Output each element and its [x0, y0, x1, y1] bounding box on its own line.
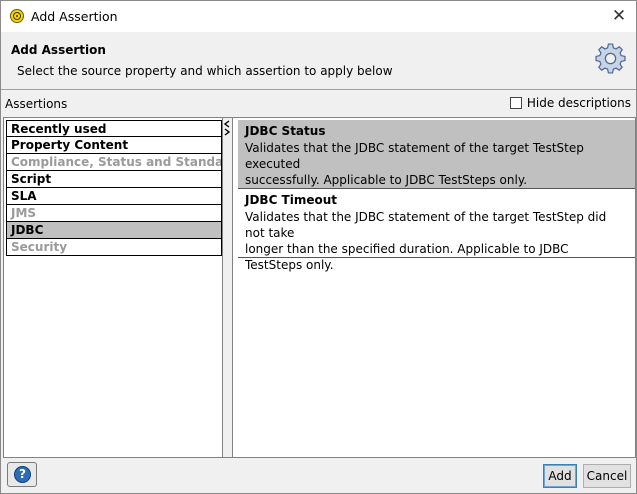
- banner-title: Add Assertion: [11, 43, 106, 57]
- assertion-description: Validates that the JDBC statement of the…: [245, 140, 629, 188]
- assertion-split-panel: Recently used Property Content Compliance,…: [3, 117, 636, 458]
- hide-descriptions-checkbox[interactable]: [509, 97, 522, 109]
- header-banner: Add Assertion Select the source property…: [1, 32, 636, 90]
- cancel-button[interactable]: Cancel: [583, 464, 631, 488]
- category-item[interactable]: JMS: [6, 205, 222, 222]
- window-title: Add Assertion: [31, 9, 118, 24]
- split-divider[interactable]: [223, 118, 231, 457]
- soapui-app-icon: [10, 9, 24, 23]
- help-icon: ?: [14, 466, 31, 483]
- category-item[interactable]: JDBC: [6, 222, 222, 239]
- add-button[interactable]: Add: [543, 464, 577, 488]
- assertions-label: Assertions: [5, 97, 68, 111]
- assertion-item[interactable]: JDBC Status Validates that the JDBC state…: [238, 120, 635, 189]
- category-item[interactable]: SLA: [6, 188, 222, 205]
- category-item[interactable]: Security: [6, 239, 222, 256]
- assertion-name: JDBC Timeout: [245, 193, 338, 207]
- assertion-list: JDBC Status Validates that the JDBC state…: [238, 120, 635, 272]
- category-item[interactable]: Compliance, Status and Standards: [6, 154, 222, 171]
- help-button[interactable]: ?: [7, 462, 37, 487]
- category-item[interactable]: Recently used: [6, 120, 222, 137]
- hide-descriptions-toggle[interactable]: Hide descriptions: [509, 96, 631, 110]
- banner-description: Select the source property and which ass…: [17, 64, 393, 78]
- collapse-arrows-icon[interactable]: [223, 120, 231, 137]
- assertion-description-line: Validates that the JDBC statement of the…: [245, 141, 584, 171]
- assertion-name: JDBC Status: [245, 124, 326, 138]
- category-pane: Recently used Property Content Compliance,…: [4, 118, 223, 457]
- gear-icon: [595, 43, 626, 74]
- category-item[interactable]: Script: [6, 171, 222, 188]
- assertion-item[interactable]: JDBC Timeout Validates that the JDBC stat…: [238, 189, 635, 272]
- close-icon[interactable]: ✕: [608, 5, 630, 27]
- assertion-description-line: Validates that the JDBC statement of the…: [245, 210, 607, 240]
- assertion-description-line: longer than the specified duration. Appl…: [245, 242, 569, 272]
- assertion-description: Validates that the JDBC statement of the…: [245, 209, 629, 273]
- category-item[interactable]: Property Content: [6, 137, 222, 154]
- category-list: Recently used Property Content Compliance,…: [6, 120, 222, 256]
- hide-descriptions-label: Hide descriptions: [526, 96, 631, 110]
- add-assertion-dialog: Add Assertion ✕ Add Assertion Select the…: [0, 0, 637, 494]
- assertion-description-line: successfully. Applicable to JDBC TestSte…: [245, 173, 528, 187]
- title-bar: Add Assertion ✕: [1, 1, 636, 32]
- assertion-pane: JDBC Status Validates that the JDBC state…: [232, 118, 635, 457]
